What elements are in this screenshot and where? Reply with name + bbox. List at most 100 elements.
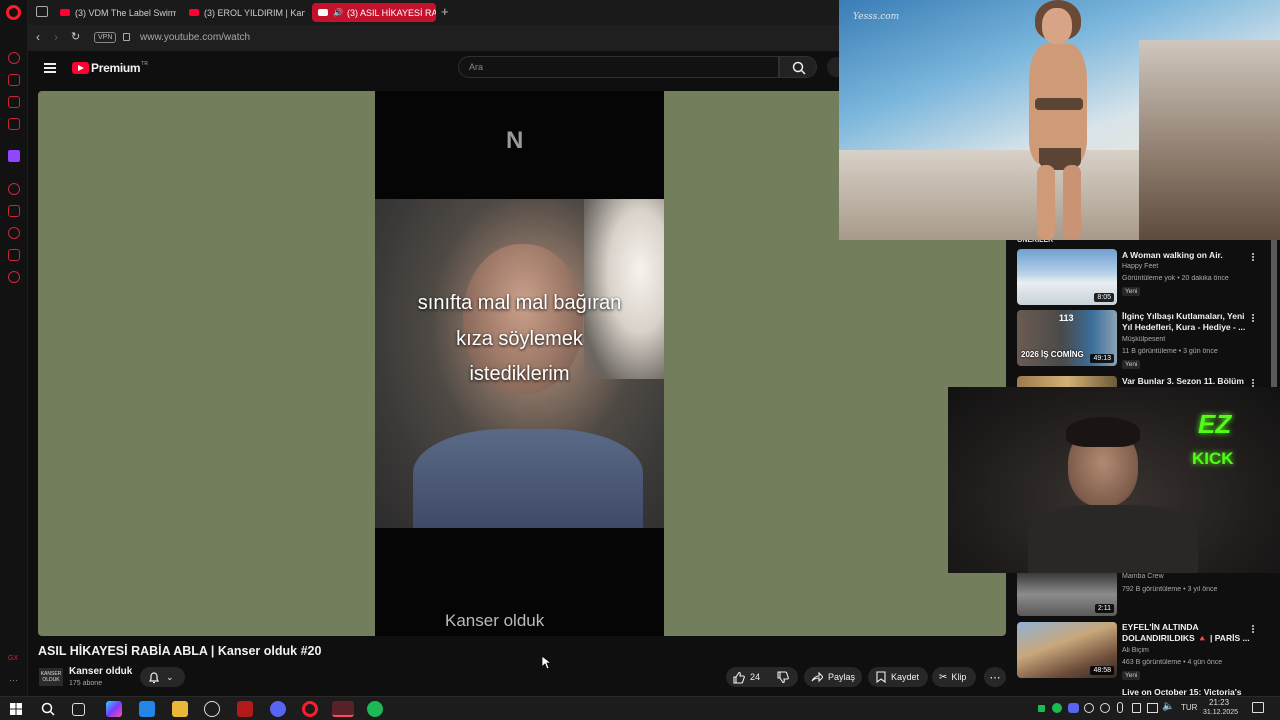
spotify-icon[interactable] <box>367 701 383 717</box>
recommendation-thumbnail[interactable] <box>1017 376 1117 387</box>
search-icon <box>792 61 806 75</box>
save-button[interactable]: Kaydet <box>868 667 928 687</box>
share-button[interactable]: Paylaş <box>804 667 862 687</box>
stream-overlay-webcam: EZ KICK <box>948 387 1280 573</box>
recommendation-channel[interactable]: Happy Feet <box>1122 263 1257 270</box>
search-button[interactable] <box>779 56 817 78</box>
recommendation-thumbnail[interactable]: 8:05 <box>1017 249 1117 305</box>
reload-icon[interactable]: ↻ <box>71 30 80 43</box>
more-actions-button[interactable]: ⋯ <box>984 667 1006 687</box>
microphone-icon[interactable] <box>1117 702 1123 713</box>
video-editor-icon[interactable] <box>237 701 253 717</box>
scissors-icon: ✂ <box>939 671 948 683</box>
gx-icon[interactable]: GX <box>8 655 18 662</box>
share-label: Paylaş <box>828 672 856 682</box>
new-tab-button[interactable]: + <box>441 4 449 19</box>
clock-time[interactable]: 21:23 <box>1209 698 1229 707</box>
youtube-premium-logo[interactable]: Premium TR <box>72 61 148 75</box>
tab-label: (3) EROL YILDIRIM | Kans <box>204 7 305 18</box>
recommendation-title[interactable]: Var Bunlar 3. Sezon 11. Bölüm <box>1122 376 1254 387</box>
search-icon[interactable] <box>40 701 56 717</box>
recommendation-title[interactable]: A Woman walking on Air. <box>1122 250 1254 261</box>
windows-start-icon[interactable] <box>8 701 24 717</box>
copilot-icon[interactable] <box>106 701 122 717</box>
recommendation-meta: 11 B görüntüleme • 3 gün önce <box>1122 348 1218 355</box>
more-icon[interactable]: ⋯ <box>9 675 18 686</box>
tray-steam-icon[interactable] <box>1084 703 1094 713</box>
recommendation-title[interactable]: İlginç Yılbaşı Kutlamaları, Yeni Yıl Hed… <box>1122 311 1254 333</box>
like-count: 24 <box>750 672 761 682</box>
messenger-icon[interactable] <box>8 96 20 108</box>
history-icon[interactable] <box>8 183 20 195</box>
notification-center-icon[interactable] <box>1252 702 1264 713</box>
clip-button[interactable]: ✂ Klip <box>932 667 976 687</box>
discord-icon[interactable] <box>270 701 286 717</box>
clock-date[interactable]: 31.12.2025 <box>1203 709 1238 716</box>
subtitle-line: sınıfta mal mal bağıran <box>417 292 622 314</box>
opera-icon[interactable] <box>302 701 318 717</box>
tray-app-icon[interactable] <box>1100 703 1110 713</box>
kebab-menu-icon[interactable] <box>1252 313 1255 323</box>
clock-app-icon[interactable] <box>204 701 220 717</box>
logo-text: Premium <box>91 61 141 75</box>
language-indicator[interactable]: TUR <box>1181 703 1197 712</box>
channel-avatar[interactable]: KANSER OLDUK <box>39 668 63 686</box>
tab-asil-hikayesi[interactable]: 🔊 (3) ASIL HİKAYESİ RAB <box>312 3 436 22</box>
network-icon[interactable] <box>1147 703 1158 713</box>
lock-icon[interactable] <box>123 33 130 41</box>
thumbnail-number: 113 <box>1059 313 1074 323</box>
model-leg <box>1063 165 1081 240</box>
tab-vdm[interactable]: (3) VDM The Label Swimw <box>54 3 176 22</box>
search-input[interactable]: Ara <box>458 56 779 78</box>
file-explorer-icon[interactable] <box>172 701 188 717</box>
twitch-icon[interactable] <box>8 150 20 162</box>
kebab-menu-icon[interactable] <box>1252 624 1255 634</box>
video-duration: 2:11 <box>1094 604 1114 613</box>
tab-label: (3) ASIL HİKAYESİ RAB <box>346 7 436 18</box>
volume-icon[interactable]: 🔈 <box>1162 701 1174 712</box>
opera-logo-icon[interactable] <box>6 5 21 20</box>
like-button[interactable]: 24 <box>726 667 770 687</box>
recommendation-thumbnail[interactable]: 48:58 <box>1017 622 1117 678</box>
recommendation-thumbnail[interactable]: 2:11 <box>1017 573 1117 616</box>
tab-erol[interactable]: (3) EROL YILDIRIM | Kans <box>183 3 305 22</box>
outlook-icon[interactable] <box>139 701 155 717</box>
notification-bell-button[interactable]: ⌄ <box>140 667 185 687</box>
forward-arrow-icon[interactable]: › <box>54 30 58 44</box>
bookmarks-icon[interactable] <box>8 205 20 217</box>
car-window <box>584 199 664 379</box>
tab-overview-icon[interactable] <box>36 6 48 17</box>
channel-name[interactable]: Kanser olduk <box>69 666 132 677</box>
new-badge: Yeni <box>1122 671 1141 680</box>
ez-logo: EZ <box>1198 409 1232 439</box>
recommendation-title[interactable]: EYFEL'İN ALTINDA DOLANDIRILDIKS 🔺 | PARİ… <box>1122 622 1254 644</box>
recommendation-thumbnail[interactable]: 113 2026 İŞ COMİNG 49:13 <box>1017 310 1117 366</box>
recommendation-channel[interactable]: Ali Biçim <box>1122 647 1257 654</box>
mail-icon[interactable] <box>8 118 20 130</box>
dislike-button[interactable] <box>770 667 798 687</box>
tray-chevron-icon[interactable] <box>1038 705 1045 712</box>
tray-discord-icon[interactable] <box>1068 703 1079 713</box>
extensions-icon[interactable] <box>8 249 20 261</box>
clock-icon[interactable] <box>8 227 20 239</box>
recommendation-channel[interactable]: Mamba Crew <box>1122 573 1257 580</box>
shopping-icon[interactable] <box>8 74 20 86</box>
hamburger-menu-icon[interactable] <box>44 61 56 75</box>
settings-icon[interactable] <box>8 271 20 283</box>
thumbs-up-icon <box>733 671 745 684</box>
tray-spotify-icon[interactable] <box>1052 703 1062 713</box>
aria-icon[interactable] <box>8 52 20 64</box>
task-view-icon[interactable] <box>72 703 85 716</box>
vpn-badge[interactable]: VPN <box>94 32 117 43</box>
mouse-cursor-icon <box>542 656 552 670</box>
runway-watermark: Yesss.com <box>853 12 900 22</box>
url-text[interactable]: www.youtube.com/watch <box>140 32 250 43</box>
recommendation-channel[interactable]: Müşkülpesent <box>1122 336 1257 343</box>
kebab-menu-icon[interactable] <box>1252 252 1255 262</box>
opera-gx-icon[interactable] <box>332 701 354 717</box>
tray-usb-icon[interactable] <box>1132 703 1141 713</box>
audience <box>1139 40 1280 240</box>
speaker-icon[interactable]: 🔊 <box>333 8 343 17</box>
back-arrow-icon[interactable]: ‹ <box>36 30 40 44</box>
recommendation-title[interactable]: Live on October 15: Victoria's <box>1122 687 1254 695</box>
